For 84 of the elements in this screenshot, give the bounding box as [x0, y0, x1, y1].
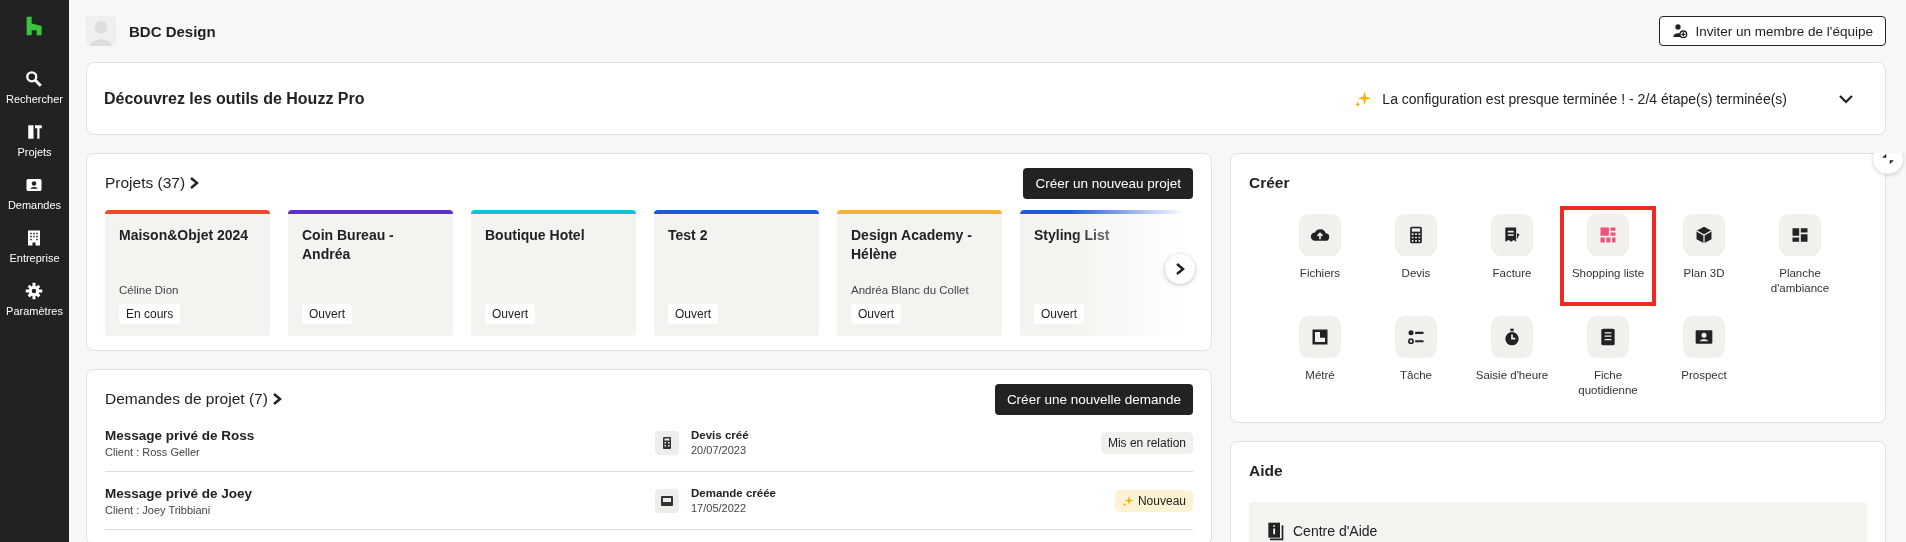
project-title: Maison&Objet 2024	[119, 226, 250, 245]
status-badge: Nouveau	[1114, 489, 1193, 512]
project-title: Coin Bureau - Andréa	[302, 226, 395, 264]
request-client: Client : Joey Tribbiani	[105, 503, 212, 516]
project-card[interactable]: Styling List Ouvert	[1020, 210, 1185, 336]
chevron-right-icon	[189, 177, 200, 189]
status-tag: En cours	[119, 304, 181, 324]
info-book-icon	[1265, 521, 1285, 541]
floor-plan-icon	[1310, 327, 1330, 347]
next-button[interactable]	[1165, 254, 1195, 284]
checklist-icon	[1406, 327, 1426, 347]
card-title: Aide	[1249, 462, 1284, 480]
project-card[interactable]: Boutique Hotel Ouvert	[471, 210, 636, 336]
project-client: Andréa Blanc du Collet	[851, 284, 970, 296]
project-client: Céline Dion	[119, 284, 180, 296]
requests-link[interactable]: Demandes de projet (7)	[105, 390, 282, 408]
create-tool[interactable]: Plan 3D	[1656, 206, 1752, 306]
event-date: 20/07/2023	[691, 444, 748, 456]
chevron-right-icon	[271, 393, 282, 405]
receipt-icon	[1502, 225, 1522, 245]
new-request-button[interactable]: Créer une nouvelle demande	[994, 383, 1193, 415]
sidebar-item[interactable]: Paramètres	[6, 282, 63, 317]
company-name: BDC Design	[129, 22, 216, 40]
create-tool[interactable]: Planche d'ambiance	[1752, 206, 1848, 306]
event-label: Demande créée	[691, 487, 777, 499]
request-row[interactable]: Message privé de Joey Client : Joey Tribbiani Demande créée 17/05/2022 Nouveau	[105, 472, 1193, 530]
cube-icon	[1694, 225, 1714, 245]
status-badge: Mis en relation	[1100, 431, 1193, 454]
card-title: Créer	[1249, 174, 1291, 192]
project-title: Boutique Hotel	[485, 226, 586, 245]
project-card[interactable]: Maison&Objet 2024 Céline Dion En cours	[105, 210, 270, 336]
sidebar-item[interactable]: Demandes	[7, 176, 62, 211]
tools-icon	[25, 123, 44, 141]
projects-link[interactable]: Projets (37)	[105, 174, 200, 192]
project-card[interactable]: Coin Bureau - Andréa Ouvert	[288, 210, 453, 336]
status-tag: Ouvert	[668, 304, 718, 324]
layout-icon	[1790, 225, 1810, 245]
banner-title: Découvrez les outils de Houzz Pro	[104, 89, 365, 108]
request-title: Message privé de Ross	[105, 427, 256, 443]
request-row[interactable]: Message privé de Ross Client : Ross Geller Devis créé 20/07/2023 Mis en relation	[105, 414, 1193, 472]
create-tool[interactable]: Shopping liste	[1560, 206, 1656, 306]
create-tool[interactable]: Métré	[1272, 308, 1368, 408]
contact-card-icon	[25, 176, 44, 194]
notebook-icon	[1598, 327, 1618, 347]
collapse-arrows-icon	[1881, 153, 1895, 166]
status-tag: Ouvert	[302, 304, 352, 324]
new-project-button[interactable]: Créer un nouveau projet	[1023, 167, 1193, 199]
event-label: Devis créé	[691, 429, 749, 441]
project-title: Test 2	[668, 226, 709, 245]
sidebar-item[interactable]: Entreprise	[9, 229, 60, 264]
status-tag: Ouvert	[485, 304, 535, 324]
invite-button[interactable]: Inviter un membre de l'équipe	[1658, 16, 1886, 46]
sidebar-item[interactable]: Rechercher	[6, 70, 63, 105]
inbox-icon	[661, 494, 673, 507]
create-tool[interactable]: Prospect	[1656, 308, 1752, 408]
event-date: 17/05/2022	[691, 502, 748, 514]
project-card[interactable]: Test 2 Ouvert	[654, 210, 819, 336]
request-title: Message privé de Joey	[105, 485, 254, 501]
help-link[interactable]: Centre d'Aide	[1249, 502, 1867, 542]
collapse-button[interactable]	[1873, 153, 1903, 174]
sparkle-icon	[1354, 89, 1373, 108]
project-title: Styling List	[1034, 226, 1111, 245]
chevron-right-icon	[1175, 263, 1185, 275]
person-add-icon	[1671, 23, 1688, 39]
create-tool[interactable]: Tâche	[1368, 308, 1464, 408]
search-icon	[25, 70, 44, 88]
create-tool[interactable]: Saisie d'heure	[1464, 308, 1560, 408]
logo-icon	[24, 16, 45, 36]
settings-icon	[25, 282, 44, 300]
setup-status: La configuration est presque terminée ! - 2/4 étape(s) terminée(s)	[1382, 90, 1787, 107]
contact-card-icon	[1694, 327, 1714, 347]
grid-icon	[1598, 225, 1618, 245]
project-card[interactable]: Design Academy - Hélène Andréa Blanc du Collet Ouvert	[837, 210, 1002, 336]
request-client: Client : Ross Geller	[105, 445, 201, 458]
status-tag: Ouvert	[1034, 304, 1084, 324]
stopwatch-icon	[1502, 327, 1522, 347]
status-tag: Ouvert	[851, 304, 901, 324]
create-tool[interactable]: Fiche quotidienne	[1560, 308, 1656, 408]
create-tool[interactable]: Fichiers	[1272, 206, 1368, 306]
create-tool[interactable]: Devis	[1368, 206, 1464, 306]
create-tool[interactable]: Facture	[1464, 206, 1560, 306]
calculator-icon	[661, 436, 673, 449]
sidebar-item[interactable]: Projets	[17, 123, 52, 158]
project-title: Design Academy - Hélène	[851, 226, 973, 264]
